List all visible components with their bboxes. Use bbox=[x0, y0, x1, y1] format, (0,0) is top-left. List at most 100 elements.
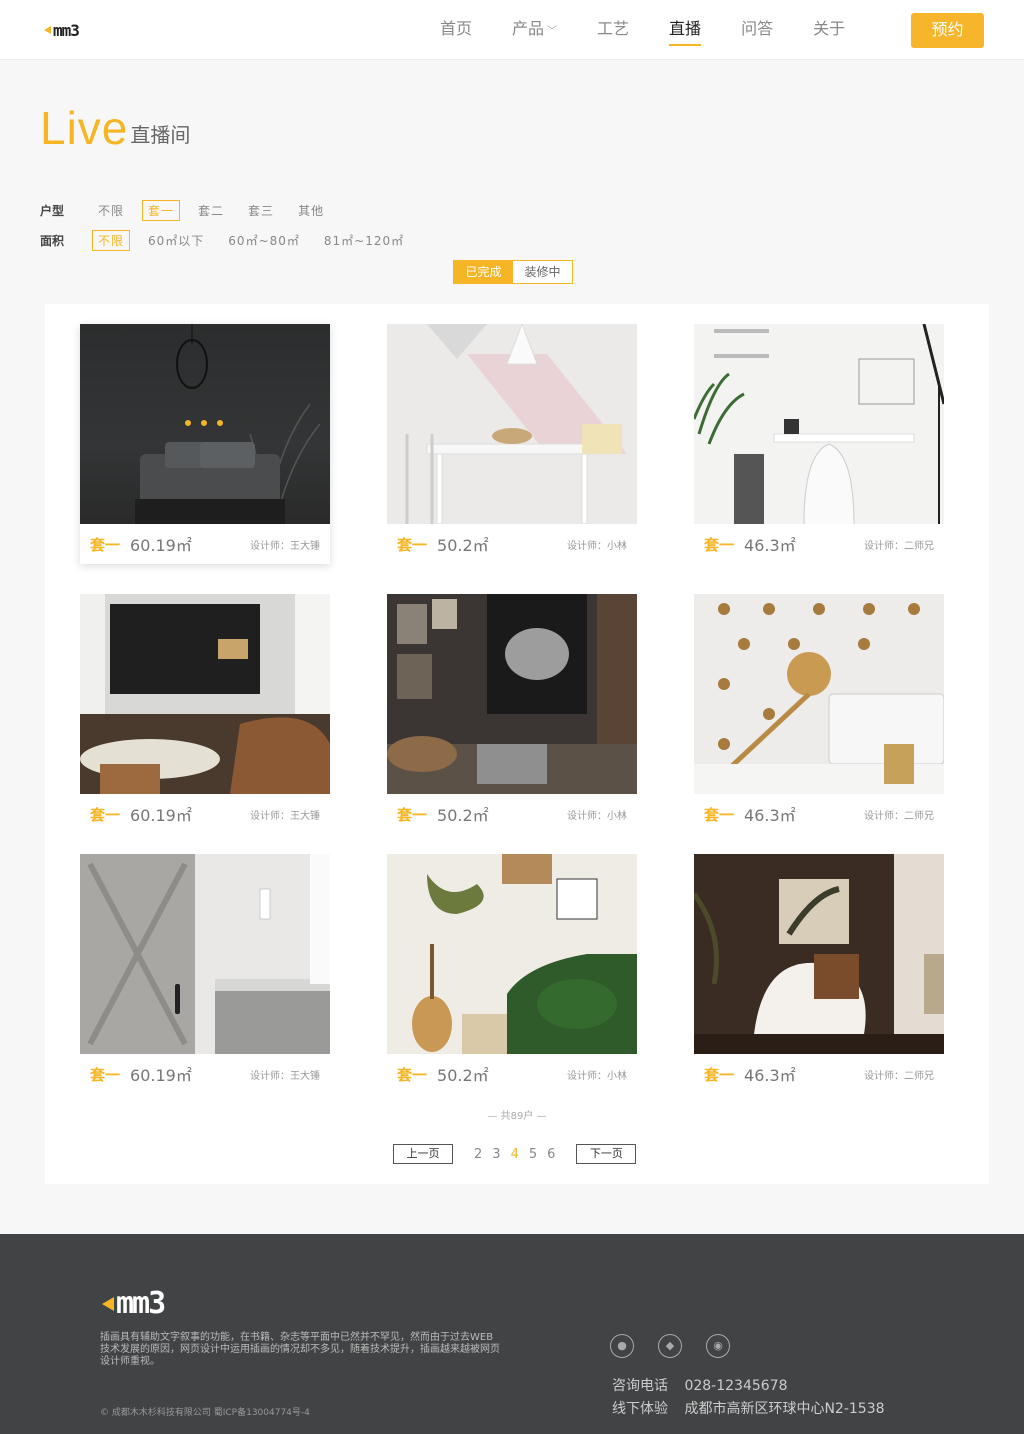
book-button[interactable]: 预约 bbox=[911, 13, 984, 48]
project-photo[interactable] bbox=[694, 854, 944, 1054]
card-designer: 设计师：王大锤 bbox=[250, 810, 320, 822]
card-layout: 套一 bbox=[704, 535, 735, 554]
card-meta: 套一 46.3㎡ 设计师：二师兄 bbox=[694, 794, 944, 834]
project-photo[interactable] bbox=[80, 854, 330, 1054]
address-label: 线下体验 bbox=[612, 1401, 668, 1417]
photo-art bbox=[80, 854, 330, 1054]
page-title: Live 直播间 bbox=[40, 104, 190, 152]
card-designer: 设计师：二师兄 bbox=[864, 810, 934, 822]
page-number-current[interactable]: 4 bbox=[511, 1147, 519, 1162]
photo-art bbox=[694, 603, 944, 794]
card-layout: 套一 bbox=[704, 805, 735, 824]
status-done-button[interactable]: 已完成 bbox=[454, 261, 513, 283]
card-area: 60.19㎡ bbox=[130, 806, 192, 825]
nav-item-about[interactable]: 关于 bbox=[813, 0, 845, 60]
card-layout: 套一 bbox=[397, 805, 428, 824]
project-card[interactable]: 套一 60.19㎡ 设计师：王大锤 bbox=[80, 324, 330, 564]
nav-item-qa[interactable]: 问答 bbox=[741, 0, 773, 60]
next-page-button[interactable]: 下一页 bbox=[576, 1144, 637, 1164]
status-toggle: 已完成 装修中 bbox=[453, 260, 573, 284]
wechat-icon[interactable]: ● bbox=[610, 1334, 634, 1358]
filter-area-option[interactable]: 60㎡以下 bbox=[142, 230, 210, 251]
project-card[interactable]: 套一 50.2㎡ 设计师：小林 bbox=[387, 594, 637, 834]
address-text: 成都市高新区环球中心N2-1538 bbox=[684, 1401, 885, 1417]
logo-text: mm3 bbox=[53, 20, 80, 40]
nav-label: 首页 bbox=[440, 19, 473, 38]
photo-art bbox=[412, 854, 637, 1054]
card-area: 50.2㎡ bbox=[437, 536, 489, 555]
card-layout: 套一 bbox=[90, 535, 121, 554]
card-designer: 设计师：王大锤 bbox=[250, 540, 320, 552]
logo-arrow-icon bbox=[102, 1296, 114, 1311]
photo-art bbox=[694, 854, 944, 1054]
card-meta: 套一 60.19㎡ 设计师：王大锤 bbox=[80, 1054, 330, 1094]
card-area: 50.2㎡ bbox=[437, 806, 489, 825]
filter-type-option[interactable]: 其他 bbox=[292, 200, 330, 221]
card-layout: 套一 bbox=[90, 805, 121, 824]
page-title-cn: 直播间 bbox=[130, 123, 191, 147]
project-card[interactable]: 套一 50.2㎡ 设计师：小林 bbox=[387, 854, 637, 1094]
project-photo[interactable] bbox=[80, 594, 330, 794]
filter-type-option[interactable]: 不限 bbox=[92, 200, 130, 221]
card-designer: 设计师：二师兄 bbox=[864, 1070, 934, 1082]
filter-type-option[interactable]: 套一 bbox=[142, 200, 181, 221]
project-photo[interactable] bbox=[387, 324, 637, 524]
card-area: 46.3㎡ bbox=[744, 1066, 796, 1085]
filter-type-option[interactable]: 套三 bbox=[242, 200, 280, 221]
project-card[interactable]: 套一 50.2㎡ 设计师：小林 bbox=[387, 324, 637, 564]
card-meta: 套一 50.2㎡ 设计师：小林 bbox=[387, 524, 637, 564]
nav-item-products[interactable]: 产品 ﹀ bbox=[512, 0, 557, 60]
total-count: — 共89户 — bbox=[487, 1111, 547, 1122]
nav-item-home[interactable]: 首页 bbox=[440, 0, 472, 60]
filter-area-option[interactable]: 不限 bbox=[92, 230, 131, 251]
footer-phone: 咨询电话 028-12345678 bbox=[612, 1375, 787, 1395]
filter-type-option[interactable]: 套二 bbox=[192, 200, 230, 221]
project-card[interactable]: 套一 46.3㎡ 设计师：二师兄 bbox=[694, 854, 944, 1094]
filter-area-label: 面积 bbox=[40, 234, 65, 248]
card-layout: 套一 bbox=[397, 1065, 428, 1084]
card-meta: 套一 60.19㎡ 设计师：王大锤 bbox=[80, 794, 330, 834]
project-card[interactable]: 套一 60.19㎡ 设计师：王大锤 bbox=[80, 854, 330, 1094]
qq-icon[interactable]: ◆ bbox=[658, 1334, 682, 1358]
project-photo[interactable] bbox=[694, 324, 944, 524]
project-card[interactable]: 套一 60.19㎡ 设计师：王大锤 bbox=[80, 594, 330, 834]
nav-item-live[interactable]: 直播 bbox=[669, 0, 702, 60]
card-meta: 套一 60.19㎡ 设计师：王大锤 bbox=[80, 524, 330, 564]
filter-area-option[interactable]: 81㎡~120㎡ bbox=[318, 230, 410, 251]
chevron-down-icon: ﹀ bbox=[547, 26, 558, 37]
site-logo[interactable]: mm3 bbox=[44, 20, 80, 40]
filter-type-row: 户型 不限 套一 套二 套三 其他 bbox=[40, 200, 342, 221]
loading-dots-icon bbox=[185, 420, 223, 426]
page-number[interactable]: 2 bbox=[474, 1147, 482, 1162]
footer-address: 线下体验 成都市高新区环球中心N2-1538 bbox=[612, 1398, 885, 1418]
nav-label: 问答 bbox=[741, 19, 774, 38]
weibo-icon[interactable]: ◉ bbox=[706, 1334, 730, 1358]
project-photo[interactable] bbox=[387, 594, 637, 794]
filter-area-option[interactable]: 60㎡~80㎡ bbox=[222, 230, 306, 251]
site-footer: mm3 插画具有辅助文字叙事的功能，在书籍、杂志等平面中已然并不罕见，然而由于过… bbox=[0, 1234, 1024, 1434]
card-designer: 设计师：小林 bbox=[567, 540, 627, 552]
logo-arrow-icon bbox=[44, 26, 51, 34]
main-nav: 首页 产品 ﹀ 工艺 直播 问答 关于 bbox=[440, 0, 885, 60]
photo-art bbox=[80, 594, 330, 794]
project-card[interactable]: 套一 46.3㎡ 设计师：二师兄 bbox=[694, 594, 944, 834]
page-number[interactable]: 5 bbox=[529, 1147, 537, 1162]
card-area: 50.2㎡ bbox=[437, 1066, 489, 1085]
project-card[interactable]: 套一 46.3㎡ 设计师：二师兄 bbox=[694, 324, 944, 564]
project-photo[interactable] bbox=[80, 324, 330, 524]
filter-type-label: 户型 bbox=[40, 204, 65, 218]
card-area: 46.3㎡ bbox=[744, 536, 796, 555]
card-area: 60.19㎡ bbox=[130, 1066, 192, 1085]
nav-label: 直播 bbox=[669, 19, 702, 38]
card-area: 60.19㎡ bbox=[130, 536, 192, 555]
project-photo[interactable] bbox=[694, 594, 944, 794]
page-number[interactable]: 6 bbox=[547, 1147, 555, 1162]
nav-label: 关于 bbox=[813, 19, 846, 38]
footer-copyright: © 成都木木杉科技有限公司 蜀ICP备13004774号-4 bbox=[100, 1408, 310, 1418]
footer-logo[interactable]: mm3 bbox=[102, 1286, 166, 1321]
status-renovating-button[interactable]: 装修中 bbox=[513, 261, 572, 283]
prev-page-button[interactable]: 上一页 bbox=[393, 1144, 453, 1164]
nav-item-craft[interactable]: 工艺 bbox=[597, 0, 629, 60]
page-number[interactable]: 3 bbox=[492, 1147, 500, 1162]
project-photo[interactable] bbox=[387, 854, 637, 1054]
